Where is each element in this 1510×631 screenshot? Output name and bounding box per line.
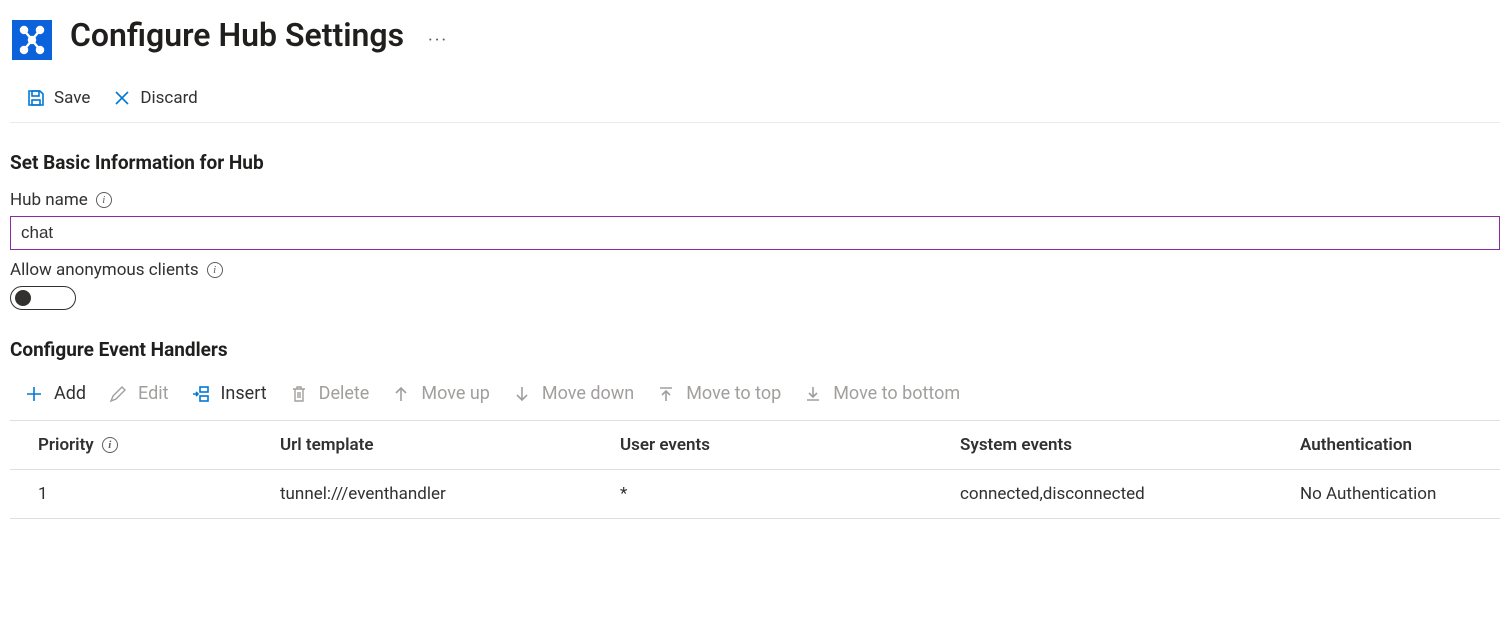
info-icon[interactable]: i (102, 437, 118, 453)
save-button[interactable]: Save (20, 86, 96, 110)
trash-icon (289, 384, 309, 404)
hubname-input[interactable] (10, 216, 1500, 250)
event-handlers-table: Priority i Url template User events Syst… (10, 420, 1500, 519)
allow-anon-label: Allow anonymous clients (10, 260, 199, 280)
movebottom-label: Move to bottom (833, 383, 960, 404)
arrow-top-icon (656, 384, 676, 404)
save-label: Save (54, 88, 90, 108)
save-icon (26, 88, 46, 108)
command-bar: Save Discard (10, 78, 1500, 123)
edit-label: Edit (138, 383, 168, 404)
section-heading-eventhandlers: Configure Event Handlers (10, 338, 1500, 361)
col-header-auth[interactable]: Authentication (1290, 421, 1500, 470)
movetop-button[interactable]: Move to top (656, 383, 781, 404)
moveup-label: Move up (421, 383, 490, 404)
service-icon (12, 20, 52, 60)
arrow-bottom-icon (803, 384, 823, 404)
edit-button[interactable]: Edit (108, 383, 168, 404)
delete-label: Delete (319, 383, 370, 404)
moveup-button[interactable]: Move up (391, 383, 490, 404)
cell-priority: 1 (10, 470, 270, 519)
toggle-knob (15, 290, 31, 306)
allow-anon-label-row: Allow anonymous clients i (10, 260, 1500, 280)
close-icon (112, 88, 132, 108)
delete-button[interactable]: Delete (289, 383, 370, 404)
insert-button[interactable]: Insert (191, 383, 267, 404)
event-handlers-toolbar: Add Edit Insert Delete Move up Move (10, 377, 1500, 414)
add-button[interactable]: Add (24, 383, 86, 404)
plus-icon (24, 384, 44, 404)
col-header-priority-label: Priority (38, 435, 94, 455)
table-header-row: Priority i Url template User events Syst… (10, 421, 1500, 470)
col-header-user[interactable]: User events (610, 421, 950, 470)
arrow-down-icon (512, 384, 532, 404)
cell-auth: No Authentication (1290, 470, 1500, 519)
table-row[interactable]: 1 tunnel:///eventhandler * connected,dis… (10, 470, 1500, 519)
movebottom-button[interactable]: Move to bottom (803, 383, 960, 404)
more-actions-button[interactable]: ··· (422, 26, 454, 55)
allow-anon-toggle[interactable] (10, 286, 76, 310)
hubname-label: Hub name (10, 190, 88, 210)
movedown-button[interactable]: Move down (512, 383, 634, 404)
insert-icon (191, 384, 211, 404)
section-heading-basic: Set Basic Information for Hub (10, 151, 1500, 174)
info-icon[interactable]: i (207, 262, 223, 278)
pencil-icon (108, 384, 128, 404)
col-header-url[interactable]: Url template (270, 421, 610, 470)
arrow-up-icon (391, 384, 411, 404)
movetop-label: Move to top (686, 383, 781, 404)
info-icon[interactable]: i (96, 192, 112, 208)
cell-url: tunnel:///eventhandler (270, 470, 610, 519)
movedown-label: Move down (542, 383, 634, 404)
cell-user: * (610, 470, 950, 519)
hubname-label-row: Hub name i (10, 190, 1500, 210)
col-header-priority[interactable]: Priority i (10, 421, 270, 470)
insert-label: Insert (221, 383, 267, 404)
add-label: Add (54, 383, 86, 404)
discard-label: Discard (140, 88, 197, 108)
cell-system: connected,disconnected (950, 470, 1290, 519)
page-title: Configure Hub Settings (70, 16, 404, 54)
discard-button[interactable]: Discard (106, 86, 203, 110)
col-header-system[interactable]: System events (950, 421, 1290, 470)
